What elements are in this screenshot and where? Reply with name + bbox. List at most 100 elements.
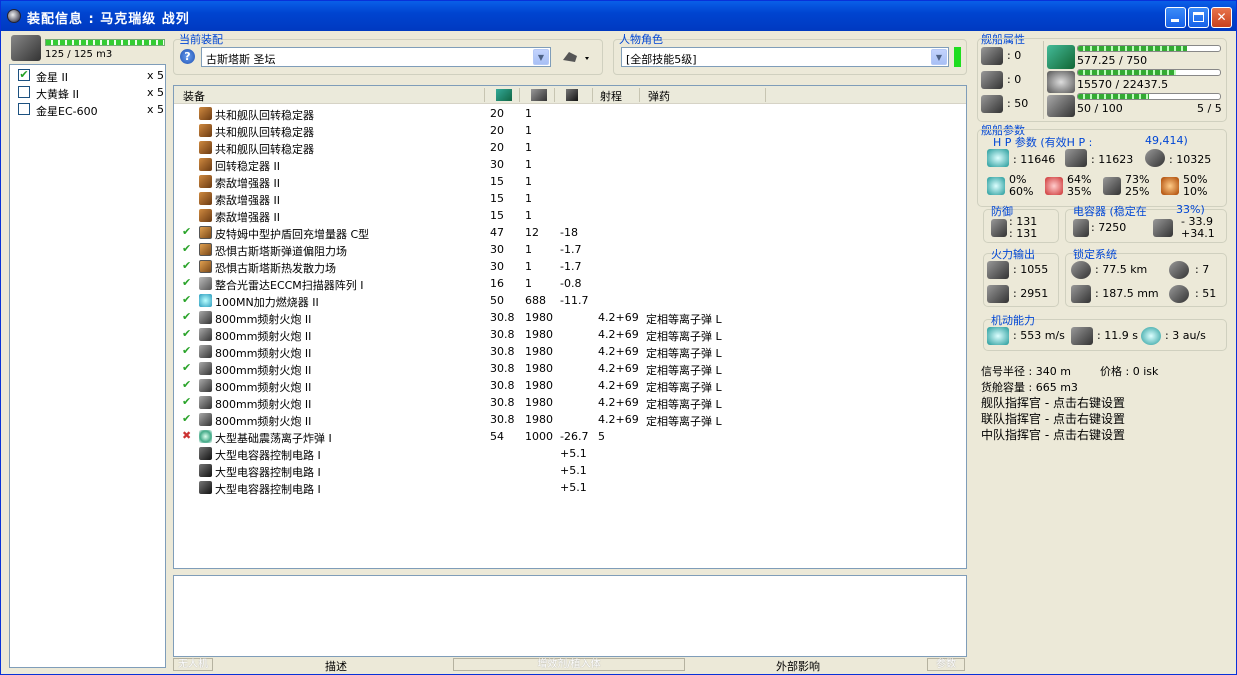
maximize-icon (1193, 12, 1204, 22)
module-row[interactable]: 共和舰队回转稳定器 20 1 (174, 139, 966, 156)
capacitor-title: 电容器 (稳定在 (1073, 205, 1147, 218)
module-row[interactable]: ✔ 800mm频射火炮 II 30.8 1980 4.2+69 定相等离子弹 L (174, 309, 966, 326)
volley-icon (987, 285, 1009, 303)
module-table[interactable]: 装备 射程 弹药 共和舰队回转稳定器 20 1 共和舰队回转稳定器 20 1 共和舰队回转稳… (173, 85, 967, 569)
signature-radius: 信号半径 : 340 m (981, 365, 1071, 378)
help-icon[interactable]: ? (180, 49, 195, 64)
drone-bay-capacity: 125 / 125 m3 (45, 49, 113, 60)
parameters-button[interactable]: 参数 (927, 658, 965, 671)
module-range: 4.2+69 (598, 345, 639, 358)
module-powergrid: 1 (525, 175, 532, 188)
ship-tool-dropdown[interactable] (561, 48, 591, 66)
wing-commander[interactable]: 联队指挥官 - 点击右键设置 (981, 410, 1125, 427)
module-row[interactable]: ✔ 800mm频射火炮 II 30.8 1980 4.2+69 定相等离子弹 L (174, 377, 966, 394)
module-row[interactable]: ✔ 800mm频射火炮 II 30.8 1980 4.2+69 定相等离子弹 L (174, 394, 966, 411)
header-ammo[interactable]: 弹药 (648, 88, 670, 104)
drone-item[interactable]: 大黄蜂 II x 5 (16, 84, 164, 101)
title-bar[interactable]: 装配信息 : 马克瑞级 战列 ✕ (1, 1, 1236, 31)
module-row[interactable]: 共和舰队回转稳定器 20 1 (174, 105, 966, 122)
module-row[interactable]: ✔ 100MN加力燃烧器 II 50 688 -11.7 (174, 292, 966, 309)
fitting-window: 装配信息 : 马克瑞级 战列 ✕ 125 / 125 m3 ✔ 金星 II x … (0, 0, 1237, 675)
sensor-strength: : 51 (1195, 287, 1217, 300)
module-cpu: 47 (490, 226, 504, 239)
module-row[interactable]: 索敌增强器 II 15 1 (174, 173, 966, 190)
drone-bandwidth-icon (1047, 95, 1075, 117)
module-row[interactable]: 索敌增强器 II 15 1 (174, 207, 966, 224)
minimize-button[interactable] (1165, 7, 1186, 28)
module-row[interactable]: ✔ 整合光雷达ECCM扫描器阵列 I 16 1 -0.8 (174, 275, 966, 292)
module-cpu: 50 (490, 294, 504, 307)
module-cpu: 30.8 (490, 328, 515, 341)
module-cpu: 15 (490, 175, 504, 188)
module-name: 恐惧古斯塔斯热发散力场 (215, 262, 336, 275)
drone-checkbox[interactable] (18, 103, 30, 115)
cpu-icon[interactable] (496, 89, 512, 101)
implants-button[interactable]: 增效剂/植入体 (453, 658, 685, 671)
drone-item[interactable]: ✔ 金星 II x 5 (16, 67, 164, 84)
fleet-commander[interactable]: 舰队指挥官 - 点击右键设置 (981, 394, 1125, 411)
module-row[interactable]: 索敌增强器 II 15 1 (174, 190, 966, 207)
module-icon (199, 345, 212, 358)
module-row[interactable]: 共和舰队回转稳定器 20 1 (174, 122, 966, 139)
drone-list[interactable]: ✔ 金星 II x 5 大黄蜂 II x 5 金星EC-600 x 5 (9, 64, 166, 668)
chevron-down-icon[interactable]: ▼ (931, 49, 947, 65)
module-name: 大型基础震荡离子炸弹 I (215, 432, 332, 445)
description-box[interactable] (173, 575, 967, 657)
drone-count: 5 / 5 (1197, 102, 1222, 115)
module-row[interactable]: ✖ 大型基础震荡离子炸弹 I 54 1000 -26.7 5 (174, 428, 966, 445)
drones-button[interactable]: 无人机 (173, 658, 213, 671)
targeting-title: 锁定系统 (1073, 248, 1117, 261)
maximize-button[interactable] (1188, 7, 1209, 28)
external-effects-tab[interactable]: 外部影响 (776, 658, 820, 674)
module-row[interactable]: ✔ 800mm频射火炮 II 30.8 1980 4.2+69 定相等离子弹 L (174, 411, 966, 428)
close-button[interactable]: ✕ (1211, 7, 1232, 28)
drone-item[interactable]: 金星EC-600 x 5 (16, 101, 164, 118)
ship-stats-panel: 舰船属性 : 0 : 0 : 50 577.25 / 750 15570 / 2… (973, 31, 1231, 671)
lock-range: : 77.5 km (1095, 263, 1148, 276)
module-name: 共和舰队回转稳定器 (215, 109, 314, 122)
squad-commander[interactable]: 中队指挥官 - 点击右键设置 (981, 426, 1125, 443)
capacitor-icon[interactable] (566, 89, 578, 101)
module-row[interactable]: ✔ 800mm频射火炮 II 30.8 1980 4.2+69 定相等离子弹 L (174, 326, 966, 343)
module-row[interactable]: ✔ 皮特姆中型护盾回充增量器 C型 47 12 -18 (174, 224, 966, 241)
powergrid-icon[interactable] (531, 89, 547, 101)
character-select[interactable]: [全部技能5级] ▼ (621, 47, 949, 67)
module-ammo: 定相等离子弹 L (646, 415, 722, 428)
module-name: 大型电容器控制电路 I (215, 466, 321, 479)
header-divider (592, 88, 593, 102)
header-module[interactable]: 装备 (183, 88, 205, 104)
module-name: 回转稳定器 II (215, 160, 280, 173)
powergrid-text: 15570 / 22437.5 (1077, 78, 1169, 91)
warp-icon (1141, 327, 1161, 345)
align-icon (1071, 327, 1093, 345)
drone-checkbox[interactable]: ✔ (18, 69, 30, 81)
error-icon: ✖ (182, 429, 192, 442)
module-icon (199, 413, 212, 426)
chevron-down-icon[interactable]: ▼ (533, 49, 549, 65)
scan-resolution: : 187.5 mm (1095, 287, 1159, 300)
drone-checkbox[interactable] (18, 86, 30, 98)
module-row[interactable]: ✔ 恐惧古斯塔斯热发散力场 30 1 -1.7 (174, 258, 966, 275)
module-row[interactable]: 大型电容器控制电路 I +5.1 (174, 445, 966, 462)
module-cpu: 16 (490, 277, 504, 290)
module-row[interactable]: ✔ 800mm频射火炮 II 30.8 1980 4.2+69 定相等离子弹 L (174, 360, 966, 377)
module-row[interactable]: ✔ 恐惧古斯塔斯弹道偏阻力场 30 1 -1.7 (174, 241, 966, 258)
module-powergrid: 1 (525, 209, 532, 222)
description-tab[interactable]: 描述 (325, 658, 347, 674)
app-icon[interactable] (7, 9, 21, 23)
module-name: 共和舰队回转稳定器 (215, 126, 314, 139)
fitting-selected: 古斯塔斯 圣坛 (206, 53, 276, 66)
module-name: 大型电容器控制电路 I (215, 449, 321, 462)
module-row[interactable]: ✔ 800mm频射火炮 II 30.8 1980 4.2+69 定相等离子弹 L (174, 343, 966, 360)
header-range[interactable]: 射程 (600, 88, 622, 104)
volley-value: : 2951 (1013, 287, 1049, 300)
module-row[interactable]: 大型电容器控制电路 I +5.1 (174, 462, 966, 479)
drone-bay-capacity-bar (45, 39, 165, 46)
module-icon (199, 396, 212, 409)
module-powergrid: 1000 (525, 430, 553, 443)
fitting-select[interactable]: 古斯塔斯 圣坛 ▼ (201, 47, 551, 67)
module-row[interactable]: 大型电容器控制电路 I +5.1 (174, 479, 966, 496)
launcher-icon (981, 71, 1003, 89)
module-row[interactable]: 回转稳定器 II 30 1 (174, 156, 966, 173)
module-icon (199, 464, 212, 477)
